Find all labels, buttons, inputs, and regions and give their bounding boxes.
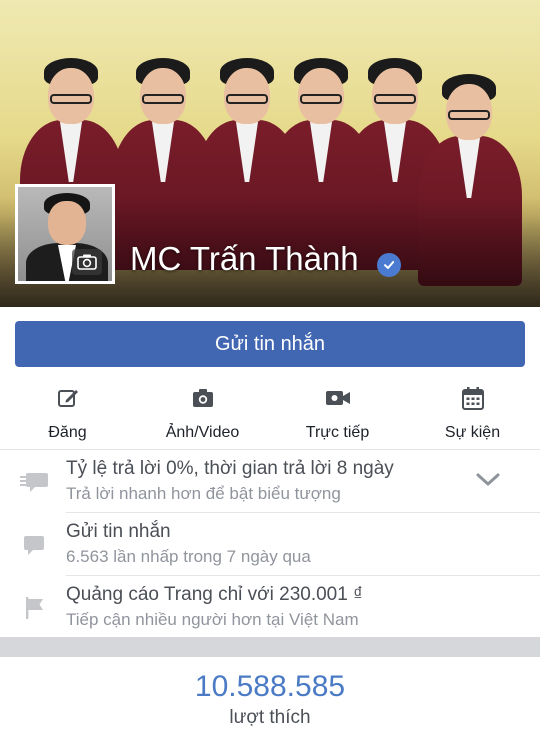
response-rate-hint: Trả lời nhanh hơn để bật biểu tượng — [66, 484, 341, 503]
messages-stats-row[interactable]: Gửi tin nhắn 6.563 lần nhấp trong 7 ngày… — [0, 513, 540, 575]
live-video-icon — [324, 384, 352, 412]
likes-count: 10.588.585 — [194, 670, 346, 703]
verified-badge-icon — [377, 253, 401, 277]
likes-section[interactable]: 10.588.585 lượt thích — [0, 657, 540, 743]
section-gap — [0, 637, 540, 657]
messages-clicks-text: 6.563 lần nhấp trong 7 ngày qua — [66, 547, 311, 566]
post-action-label: Đăng — [48, 424, 87, 441]
event-action-label: Sự kiện — [444, 424, 501, 441]
compose-icon — [54, 384, 82, 412]
likes-label: lượt thích — [229, 707, 311, 728]
calendar-icon — [459, 384, 487, 412]
promote-title: Quảng cáo Trang chỉ với 230.001 ₫ — [66, 584, 363, 605]
live-action-label: Trực tiếp — [305, 424, 370, 441]
message-bubble-icon — [20, 531, 48, 559]
messages-title: Gửi tin nhắn — [66, 521, 171, 542]
flag-icon — [20, 594, 48, 622]
camera-icon — [189, 384, 217, 412]
page-actions-panel: Gửi tin nhắn Đăng Ảnh/Video Trực tiếp Sự… — [0, 307, 540, 637]
promote-page-row[interactable]: Quảng cáo Trang chỉ với 230.001 ₫ Tiếp c… — [0, 576, 540, 638]
action-bar: Đăng Ảnh/Video Trực tiếp Sự kiện — [0, 379, 540, 449]
chevron-down-icon[interactable] — [474, 466, 502, 494]
send-message-button[interactable]: Gửi tin nhắn — [15, 321, 525, 367]
live-action[interactable]: Trực tiếp — [270, 379, 405, 449]
event-action[interactable]: Sự kiện — [405, 379, 540, 449]
response-rate-row[interactable]: Tỷ lệ trả lời 0%, thời gian trả lời 8 ng… — [0, 450, 540, 512]
promote-subtitle: Tiếp cận nhiều người hơn tại Việt Nam — [66, 610, 359, 629]
speech-bubbles-icon — [20, 468, 48, 496]
photo-video-action[interactable]: Ảnh/Video — [135, 379, 270, 449]
camera-icon[interactable] — [72, 249, 102, 275]
page-name: MC Trấn Thành — [130, 240, 359, 277]
response-rate-text: Tỷ lệ trả lời 0%, thời gian trả lời 8 ng… — [66, 458, 394, 479]
post-action[interactable]: Đăng — [0, 379, 135, 449]
photo-video-action-label: Ảnh/Video — [165, 424, 240, 441]
